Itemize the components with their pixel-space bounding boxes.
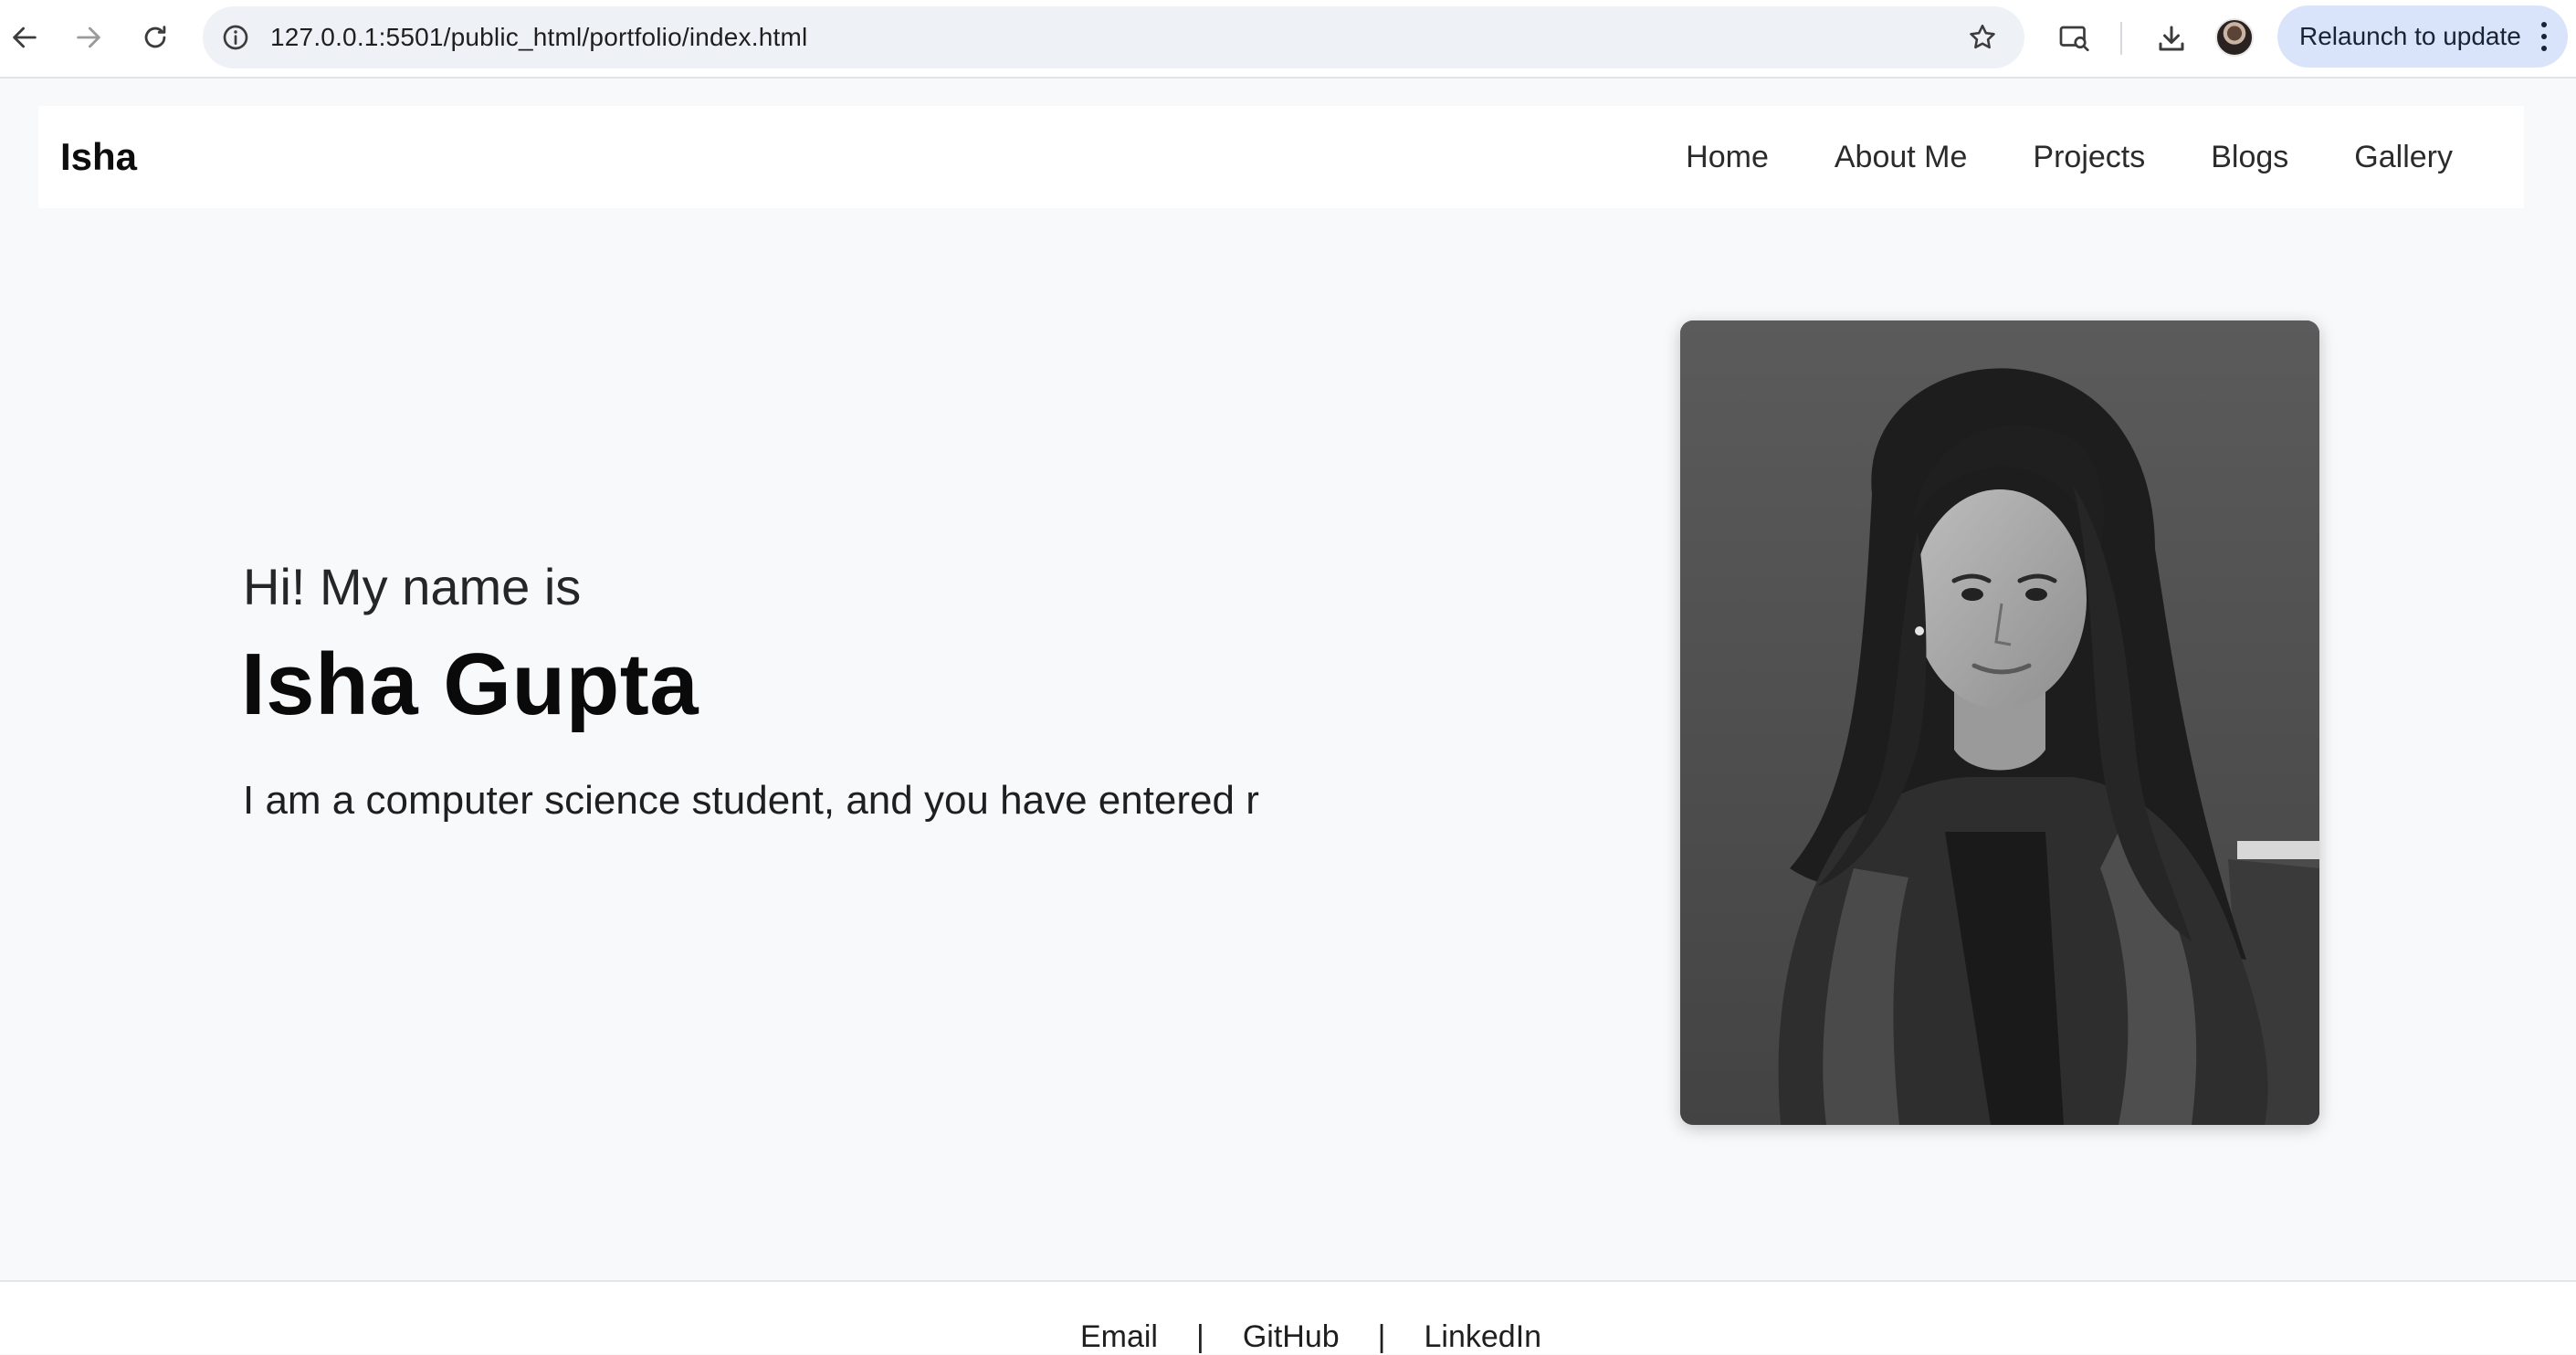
nav-about-me[interactable]: About Me xyxy=(1835,140,1968,175)
forward-button[interactable] xyxy=(65,14,112,61)
footer-github-link[interactable]: GitHub xyxy=(1243,1319,1340,1355)
nav-home[interactable]: Home xyxy=(1686,140,1769,175)
kebab-menu-icon[interactable] xyxy=(2540,22,2548,51)
screen-search-icon[interactable] xyxy=(2053,16,2097,60)
info-icon[interactable] xyxy=(219,21,252,54)
main-nav: Home About Me Projects Blogs Gallery xyxy=(1686,106,2453,208)
nav-gallery[interactable]: Gallery xyxy=(2354,140,2453,175)
brand-logo[interactable]: Isha xyxy=(60,106,137,208)
profile-photo xyxy=(1680,320,2319,1125)
star-icon[interactable] xyxy=(1964,19,2001,56)
site-header: Isha Home About Me Projects Blogs Galler… xyxy=(38,106,2524,208)
reload-icon xyxy=(144,26,166,48)
download-icon[interactable] xyxy=(2150,16,2193,60)
footer-linkedin-link[interactable]: LinkedIn xyxy=(1425,1319,1542,1355)
hero-tagline: I am a computer science student, and you… xyxy=(243,778,1259,823)
arrow-right-icon xyxy=(77,26,100,48)
site-footer: Email | GitHub | LinkedIn xyxy=(0,1280,2576,1354)
nav-blogs[interactable]: Blogs xyxy=(2211,140,2288,175)
toolbar-divider xyxy=(2120,22,2122,55)
relaunch-label: Relaunch to update xyxy=(2299,22,2521,50)
footer-separator: | xyxy=(1377,1319,1386,1354)
url-text[interactable]: 127.0.0.1:5501/public_html/portfolio/ind… xyxy=(270,6,807,68)
browser-toolbar: 127.0.0.1:5501/public_html/portfolio/ind… xyxy=(0,0,2576,79)
address-bar[interactable]: 127.0.0.1:5501/public_html/portfolio/ind… xyxy=(203,6,2024,68)
footer-email-link[interactable]: Email xyxy=(1080,1319,1158,1355)
relaunch-button[interactable]: Relaunch to update xyxy=(2277,5,2568,68)
footer-links: Email | GitHub | LinkedIn xyxy=(1080,1319,1541,1355)
profile-avatar[interactable] xyxy=(2215,18,2254,57)
reload-button[interactable] xyxy=(131,14,179,61)
back-button[interactable] xyxy=(1,14,48,61)
nav-projects[interactable]: Projects xyxy=(2033,140,2145,175)
footer-separator: | xyxy=(1195,1319,1204,1354)
hero-greeting: Hi! My name is xyxy=(243,558,582,615)
hero-name: Isha Gupta xyxy=(241,635,699,733)
arrow-left-icon xyxy=(13,26,37,48)
